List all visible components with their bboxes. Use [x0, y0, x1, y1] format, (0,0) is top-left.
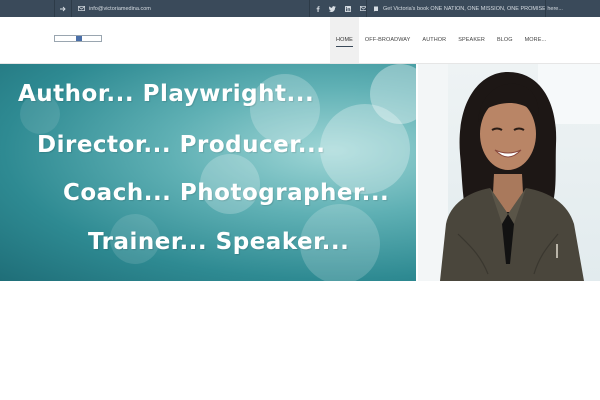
login-arrow-icon [60, 6, 66, 11]
twitter-icon[interactable] [329, 5, 336, 12]
book-promo-link[interactable]: Get Victoria's book ONE NATION, ONE MISS… [366, 0, 563, 17]
nav-item-speaker[interactable]: SPEAKER [452, 17, 491, 63]
hero-line-1: Author... Playwright... [18, 81, 315, 107]
portrait-illustration [418, 64, 600, 281]
envelope-icon [78, 6, 85, 11]
email-text: info@victoriamedina.com [89, 5, 151, 12]
site-header: HOME OFF-BROADWAY AUTHOR SPEAKER BLOG MO… [0, 17, 600, 64]
linkedin-icon[interactable] [345, 5, 351, 12]
portrait-photo [418, 64, 600, 281]
social-links [309, 0, 368, 17]
hero-banner: Author... Playwright... Director... Prod… [0, 64, 416, 281]
hero-line-2: Director... Producer... [37, 132, 326, 158]
nav-item-blog[interactable]: BLOG [491, 17, 519, 63]
top-bar: info@victoriamedina.com Get Victoria's b… [0, 0, 600, 17]
nav-item-off-broadway[interactable]: OFF-BROADWAY [359, 17, 417, 63]
site-logo[interactable] [54, 35, 102, 42]
nav-item-home[interactable]: HOME [330, 17, 359, 63]
hero-line-4: Trainer... Speaker... [88, 229, 350, 255]
logo-mark [76, 36, 82, 41]
book-icon [373, 6, 378, 12]
login-button[interactable] [54, 0, 72, 17]
hero-line-3: Coach... Photographer... [63, 180, 390, 206]
nav-item-more[interactable]: MORE... [519, 17, 553, 63]
topbar-divider [545, 0, 547, 17]
main-nav: HOME OFF-BROADWAY AUTHOR SPEAKER BLOG MO… [330, 17, 552, 63]
facebook-icon[interactable] [316, 5, 320, 12]
book-promo-text: Get Victoria's book ONE NATION, ONE MISS… [383, 5, 563, 12]
nav-item-author[interactable]: AUTHOR [416, 17, 452, 63]
email-link[interactable]: info@victoriamedina.com [71, 0, 151, 17]
